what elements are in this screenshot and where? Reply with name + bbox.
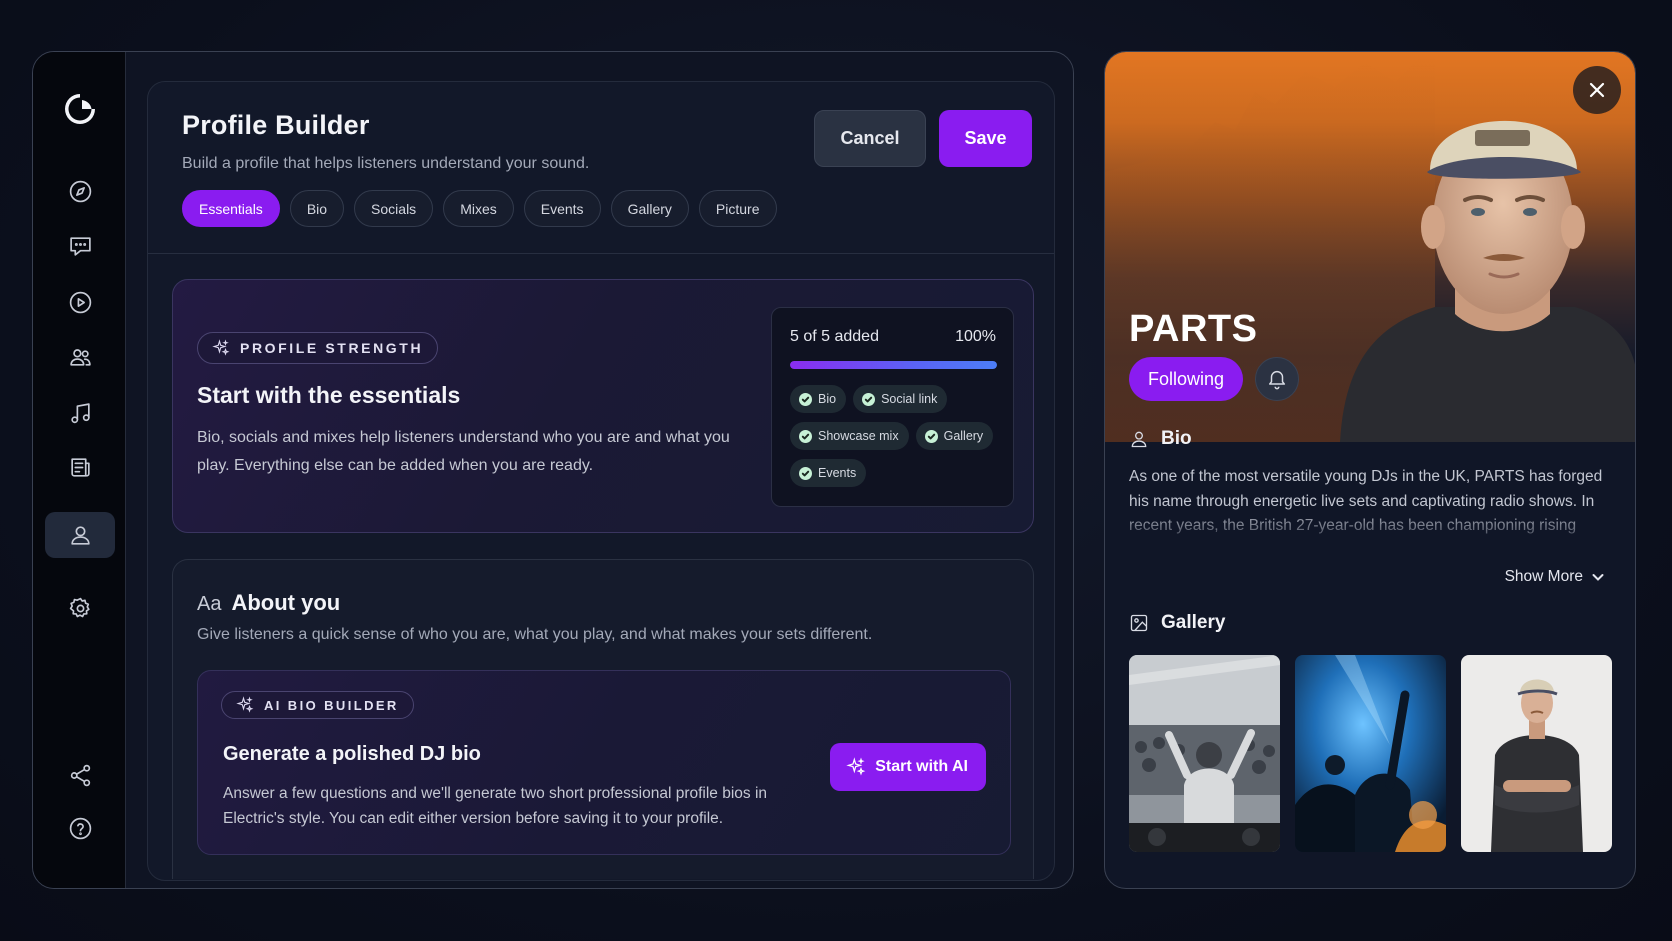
profile-strength-badge: PROFILE STRENGTH xyxy=(197,332,439,364)
users-icon[interactable] xyxy=(45,334,115,380)
about-you-card: Aa About you Give listeners a quick sens… xyxy=(172,559,1034,879)
tab-essentials[interactable]: Essentials xyxy=(182,190,280,227)
image-icon xyxy=(1130,614,1148,632)
compass-icon[interactable] xyxy=(45,168,115,214)
progress-percent: 100% xyxy=(955,328,996,345)
gallery-image-portrait[interactable] xyxy=(1461,655,1612,852)
play-icon[interactable] xyxy=(45,279,115,325)
start-with-ai-button[interactable]: Start with AI xyxy=(830,743,986,791)
artist-preview-panel: PARTS Following Bio As one of the most v… xyxy=(1104,51,1636,889)
person-icon xyxy=(1131,431,1147,448)
bio-fade xyxy=(1105,507,1635,547)
profile-builder-panel: Profile Builder Build a profile that hel… xyxy=(147,81,1055,881)
tab-gallery[interactable]: Gallery xyxy=(610,190,689,227)
sparkle-icon xyxy=(212,339,230,356)
chip-label: Showcase mix xyxy=(818,429,899,443)
progress-bar-fill xyxy=(790,361,997,369)
show-more-label: Show More xyxy=(1504,568,1583,585)
chip-label: Social link xyxy=(881,392,938,406)
completed-items: Bio Social link Showcase mix Gallery Eve… xyxy=(790,385,1005,487)
tab-picture[interactable]: Picture xyxy=(698,190,777,227)
completed-chip-events: Events xyxy=(790,459,867,487)
bell-icon xyxy=(1268,371,1286,390)
progress-count: 5 of 5 added xyxy=(790,328,879,345)
gallery-heading: Gallery xyxy=(1129,612,1225,634)
gallery-image-club[interactable] xyxy=(1295,655,1446,852)
tab-mixes[interactable]: Mixes xyxy=(443,190,514,227)
sidebar xyxy=(33,52,126,888)
progress-bar xyxy=(790,361,997,369)
cancel-button[interactable]: Cancel xyxy=(814,110,926,167)
ai-bio-builder-label: AI BIO BUILDER xyxy=(264,697,399,713)
completed-chip-bio: Bio xyxy=(790,385,847,413)
bio-heading-label: Bio xyxy=(1161,428,1192,449)
tab-socials[interactable]: Socials xyxy=(354,190,434,227)
check-icon xyxy=(799,429,812,443)
profile-strength-label: PROFILE STRENGTH xyxy=(240,340,424,356)
artist-name: PARTS xyxy=(1129,308,1258,350)
check-icon xyxy=(862,392,876,406)
following-button[interactable]: Following xyxy=(1129,357,1244,401)
header-actions: Cancel Save xyxy=(814,110,1032,167)
gallery-image-dj-crowd[interactable] xyxy=(1129,655,1280,852)
close-button[interactable] xyxy=(1573,66,1621,114)
chip-label: Bio xyxy=(818,392,837,406)
ai-bio-builder-card: AI BIO BUILDER Generate a polished DJ bi… xyxy=(197,670,1011,855)
chip-label: Gallery xyxy=(943,429,984,443)
logo-icon[interactable] xyxy=(45,86,115,132)
strength-progress-box: 5 of 5 added 100% Bio Social link Showca… xyxy=(771,307,1014,507)
help-icon[interactable] xyxy=(45,805,115,851)
sparkle-icon xyxy=(236,696,254,713)
ai-heading: Generate a polished DJ bio xyxy=(223,743,481,765)
chip-label: Events xyxy=(818,466,857,480)
close-icon xyxy=(1589,82,1605,98)
check-icon xyxy=(799,466,812,480)
about-header: Aa About you xyxy=(197,590,340,616)
show-more-button[interactable]: Show More xyxy=(1505,568,1605,586)
chevron-down-icon xyxy=(1592,574,1604,581)
about-subtitle: Give listeners a quick sense of who you … xyxy=(197,626,873,643)
text-format-icon: Aa xyxy=(197,593,222,615)
completed-chip-showcase-mix: Showcase mix xyxy=(790,422,909,450)
chat-icon[interactable] xyxy=(45,222,115,268)
share-icon[interactable] xyxy=(45,752,115,798)
strength-description: Bio, socials and mixes help listeners un… xyxy=(197,429,730,474)
music-note-icon[interactable] xyxy=(45,390,115,436)
section-tabs: Essentials Bio Socials Mixes Events Gall… xyxy=(182,190,1020,227)
profile-builder-window: Profile Builder Build a profile that hel… xyxy=(32,51,1074,889)
tab-events[interactable]: Events xyxy=(523,190,601,227)
gear-icon[interactable] xyxy=(45,585,115,631)
save-button[interactable]: Save xyxy=(939,110,1032,167)
check-icon xyxy=(924,429,938,443)
about-title: About you xyxy=(231,590,341,615)
ai-description: Answer a few questions and we'll generat… xyxy=(223,785,768,827)
builder-header: Profile Builder Build a profile that hel… xyxy=(148,82,1054,254)
newspaper-icon[interactable] xyxy=(45,444,115,490)
bio-heading: Bio xyxy=(1129,428,1192,450)
completed-chip-gallery: Gallery xyxy=(915,422,994,450)
gallery-heading-label: Gallery xyxy=(1161,612,1226,633)
strength-heading: Start with the essentials xyxy=(197,382,461,408)
gallery-grid xyxy=(1129,655,1612,852)
sparkle-icon xyxy=(846,757,866,776)
tab-bio[interactable]: Bio xyxy=(289,190,345,227)
notification-bell-button[interactable] xyxy=(1255,357,1299,401)
start-with-ai-label: Start with AI xyxy=(875,758,968,775)
profile-icon[interactable] xyxy=(45,512,115,558)
profile-strength-card: PROFILE STRENGTH Start with the essentia… xyxy=(172,279,1034,533)
main-content: Profile Builder Build a profile that hel… xyxy=(126,52,1073,888)
check-icon xyxy=(799,392,812,406)
ai-bio-builder-badge: AI BIO BUILDER xyxy=(221,691,414,719)
completed-chip-social-link: Social link xyxy=(853,385,948,413)
